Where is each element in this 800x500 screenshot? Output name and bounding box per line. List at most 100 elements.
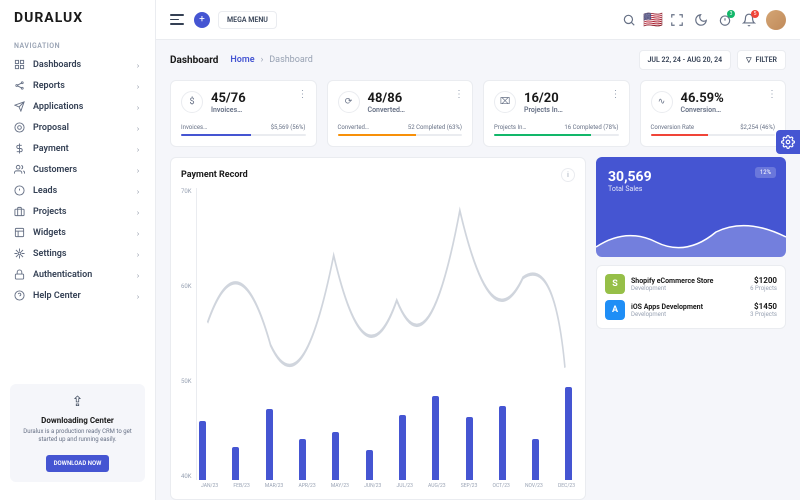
reports-icon xyxy=(14,80,25,91)
sidebar-item-label: Settings xyxy=(33,249,67,259)
menu-toggle-icon[interactable] xyxy=(170,12,186,28)
download-center: ⇪ Downloading Center Duralux is a produc… xyxy=(10,384,145,482)
sidebar-item-payment[interactable]: Payment xyxy=(0,138,155,159)
chart-info-button[interactable]: i xyxy=(561,168,575,182)
chevron-right-icon xyxy=(135,167,141,173)
stat-right-text: 52 Completed (63%) xyxy=(408,124,462,131)
chart-title: Payment Record xyxy=(181,170,248,180)
sidebar-item-label: Reports xyxy=(33,81,65,91)
sidebar-item-projects[interactable]: Projects xyxy=(0,201,155,222)
project-title: iOS Apps Development xyxy=(631,303,744,311)
stat-label: Invoices… xyxy=(211,106,246,114)
project-subtitle: Development xyxy=(631,311,744,318)
sidebar-item-auth[interactable]: Authentication xyxy=(0,264,155,285)
stats-row: ⋮ $ 45/76Invoices… Invoices…$5,569 (56%)… xyxy=(156,80,800,147)
sidebar-item-dashboard[interactable]: Dashboards xyxy=(0,54,155,75)
page-title: Dashboard xyxy=(170,55,218,66)
timer-icon[interactable]: 3 xyxy=(718,13,732,27)
chart-bar xyxy=(298,439,306,480)
filter-button[interactable]: ▽FILTER xyxy=(737,50,786,70)
language-flag-icon[interactable]: 🇺🇸 xyxy=(646,13,660,27)
sidebar-item-widgets[interactable]: Widgets xyxy=(0,222,155,243)
stat-icon: ⌧ xyxy=(494,91,516,113)
stat-card: ⋮ $ 45/76Invoices… Invoices…$5,569 (56%) xyxy=(170,80,317,147)
sidebar-item-customers[interactable]: Customers xyxy=(0,159,155,180)
chevron-right-icon xyxy=(135,104,141,110)
add-button[interactable]: + xyxy=(194,12,210,28)
payment-record-card: Payment Record i 70K60K50K40K JAN/23FEB/… xyxy=(170,157,586,500)
stat-menu-icon[interactable]: ⋮ xyxy=(454,89,464,100)
dark-mode-icon[interactable] xyxy=(694,13,708,27)
x-tick: MAY/23 xyxy=(331,483,349,489)
auth-icon xyxy=(14,269,25,280)
chevron-right-icon xyxy=(135,272,141,278)
sidebar-item-label: Help Center xyxy=(33,291,81,301)
chevron-right-icon xyxy=(135,62,141,68)
y-tick: 50K xyxy=(181,378,192,385)
stat-left-text: Invoices… xyxy=(181,124,207,131)
project-meta: 3 Projects xyxy=(750,311,777,318)
chevron-right-icon xyxy=(135,83,141,89)
sidebar-item-help[interactable]: Help Center xyxy=(0,285,155,306)
total-sales-card: 30,569 Total Sales 12% xyxy=(596,157,786,257)
chart-bar xyxy=(565,387,573,480)
stat-card: ⋮ ∿ 46.59%Conversion… Conversion Rate$2,… xyxy=(640,80,787,147)
leads-icon xyxy=(14,185,25,196)
fullscreen-icon[interactable] xyxy=(670,13,684,27)
project-price: $1200 xyxy=(750,276,777,285)
sidebar-item-apps[interactable]: Applications xyxy=(0,96,155,117)
chart-bar xyxy=(465,417,473,480)
x-tick: MAR/23 xyxy=(265,483,283,489)
search-icon[interactable] xyxy=(622,13,636,27)
sidebar-item-label: Applications xyxy=(33,102,83,112)
chart-bar xyxy=(365,450,373,480)
sidebar-item-leads[interactable]: Leads xyxy=(0,180,155,201)
chart-bar xyxy=(332,432,340,480)
sidebar: DURALUX NAVIGATION Dashboards Reports Ap… xyxy=(0,0,156,500)
settings-float-button[interactable] xyxy=(776,130,800,154)
sidebar-item-label: Customers xyxy=(33,165,77,175)
sales-value: 30,569 xyxy=(608,169,774,185)
y-tick: 40K xyxy=(181,473,192,480)
payment-icon xyxy=(14,143,25,154)
breadcrumb-row: Dashboard Home › Dashboard JUL 22, 24 - … xyxy=(156,40,800,80)
avatar[interactable] xyxy=(766,10,786,30)
apps-icon xyxy=(14,101,25,112)
timer-badge: 3 xyxy=(727,10,735,18)
stat-left-text: Projects In… xyxy=(494,124,526,131)
y-tick: 60K xyxy=(181,283,192,290)
sales-change-badge: 12% xyxy=(755,167,776,178)
stat-menu-icon[interactable]: ⋮ xyxy=(767,89,777,100)
sidebar-item-label: Proposal xyxy=(33,123,69,133)
stat-menu-icon[interactable]: ⋮ xyxy=(298,89,308,100)
chart-bars xyxy=(196,188,575,480)
stat-left-text: Converted… xyxy=(338,124,369,131)
chart-bar xyxy=(498,406,506,480)
list-item[interactable]: S Shopify eCommerce StoreDevelopment $12… xyxy=(605,274,777,294)
project-subtitle: Development xyxy=(631,285,744,292)
date-range-button[interactable]: JUL 22, 24 - AUG 20, 24 xyxy=(639,50,732,70)
chevron-right-icon xyxy=(135,188,141,194)
breadcrumb-home[interactable]: Home xyxy=(230,55,254,65)
main-area: + MEGA MENU 🇺🇸 3 5 Dashboard Home › Dash… xyxy=(156,0,800,500)
chevron-right-icon xyxy=(135,230,141,236)
sales-sparkline xyxy=(596,217,786,257)
chart-bar xyxy=(232,447,240,480)
project-meta: 6 Projects xyxy=(750,285,777,292)
sidebar-item-reports[interactable]: Reports xyxy=(0,75,155,96)
chart-bar xyxy=(432,396,440,480)
list-item[interactable]: A iOS Apps DevelopmentDevelopment $14503… xyxy=(605,300,777,320)
stat-right-text: $5,569 (56%) xyxy=(271,124,306,131)
stat-right-text: 16 Completed (78%) xyxy=(564,124,618,131)
x-tick: OCT/23 xyxy=(493,483,510,489)
chevron-right-icon xyxy=(135,146,141,152)
download-button[interactable]: DOWNLOAD NOW xyxy=(46,455,110,472)
stat-left-text: Conversion Rate xyxy=(651,124,695,131)
sidebar-item-proposal[interactable]: Proposal xyxy=(0,117,155,138)
mega-menu-button[interactable]: MEGA MENU xyxy=(218,11,277,29)
stat-menu-icon[interactable]: ⋮ xyxy=(611,89,621,100)
bell-icon[interactable]: 5 xyxy=(742,13,756,27)
sidebar-item-settings[interactable]: Settings xyxy=(0,243,155,264)
stat-label: Converted… xyxy=(368,106,406,114)
widgets-icon xyxy=(14,227,25,238)
